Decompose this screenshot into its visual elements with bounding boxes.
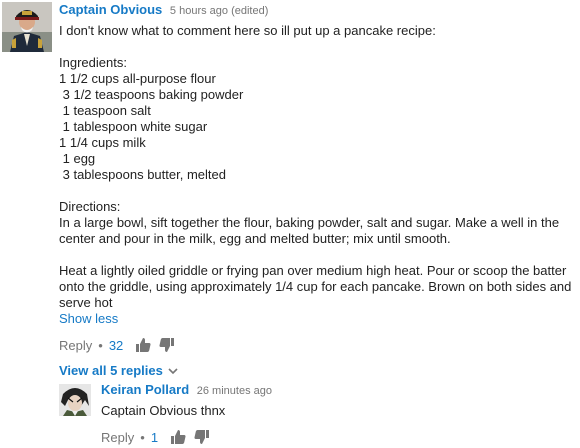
thumbs-up-icon[interactable] [170, 429, 186, 445]
thumbs-up-icon[interactable] [135, 337, 151, 353]
reply-button[interactable]: Reply [59, 338, 92, 353]
reply-header: Keiran Pollard 26 minutes ago [101, 382, 571, 399]
thumbs-down-icon[interactable] [194, 429, 210, 445]
like-count: 32 [108, 337, 124, 353]
reply-time[interactable]: 26 minutes ago [197, 385, 272, 397]
show-less-link[interactable]: Show less [59, 311, 574, 327]
like-count: 1 [150, 429, 159, 445]
reply-text: Captain Obvious thnx [101, 403, 226, 418]
reply-actions: Reply • 1 [101, 428, 571, 446]
view-replies-label: View all 5 replies [59, 363, 163, 378]
avatar[interactable] [59, 384, 91, 416]
comment-author[interactable]: Captain Obvious [59, 2, 162, 17]
thumbs-down-icon[interactable] [159, 337, 175, 353]
reply-button[interactable]: Reply [101, 430, 134, 445]
avatar[interactable] [2, 2, 52, 52]
comment-body: Captain Obvious 5 hours ago (edited) I d… [59, 2, 574, 378]
reply-body: Keiran Pollard 26 minutes ago Captain Ob… [101, 382, 571, 446]
separator-dot: • [98, 337, 103, 353]
comment-header: Captain Obvious 5 hours ago (edited) [59, 2, 574, 19]
comment-actions: Reply • 32 [59, 336, 574, 354]
separator-dot: • [140, 429, 145, 445]
reply-author[interactable]: Keiran Pollard [101, 382, 189, 397]
comment-text: I don't know what to comment here so ill… [59, 23, 572, 310]
comment-time[interactable]: 5 hours ago (edited) [170, 5, 268, 17]
chevron-down-icon [168, 367, 178, 374]
view-replies-button[interactable]: View all 5 replies [59, 363, 574, 378]
